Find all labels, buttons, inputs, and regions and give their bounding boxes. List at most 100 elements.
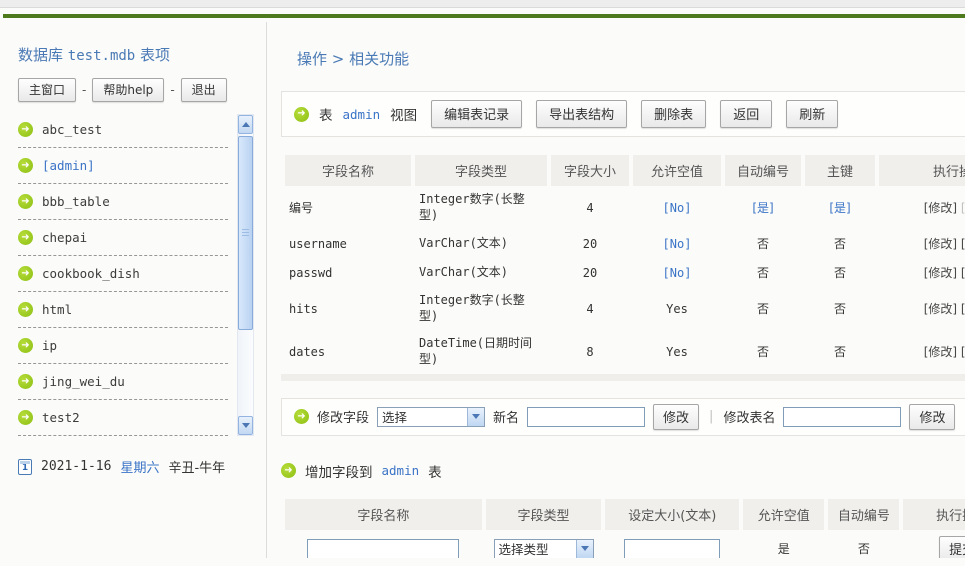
green-arrow-icon: ➜ bbox=[18, 374, 33, 389]
modify-field-link[interactable]: [修改] bbox=[924, 266, 957, 280]
back-button[interactable]: 返回 bbox=[720, 100, 772, 128]
auto-number-default: 否 bbox=[828, 530, 899, 558]
scrollbar-up-button[interactable] bbox=[238, 115, 253, 134]
date-row: 1 2021-1-16 星期六 辛丑-牛年 bbox=[18, 457, 266, 476]
green-arrow-icon: ➜ bbox=[18, 122, 33, 137]
modify-field-link[interactable]: [修改] bbox=[924, 201, 957, 215]
table-list-item-admin[interactable]: ➜ [admin] bbox=[18, 148, 228, 184]
newname-input[interactable] bbox=[527, 407, 645, 427]
drop-table-button[interactable]: 删除表 bbox=[641, 100, 706, 128]
list-scrollbar[interactable] bbox=[237, 114, 254, 436]
table-toolbar: ➜ 表 admin 视图 编辑表记录 导出表结构 删除表 返回 刷新 bbox=[281, 91, 965, 137]
add-field-table: 字段名称 字段类型 设定大小(文本) 允许空值 自动编号 执行操作 选择类型 是… bbox=[281, 499, 965, 558]
table-name-label: chepai bbox=[42, 230, 87, 245]
select-dropdown-button[interactable] bbox=[576, 540, 593, 558]
rename-table-label: 修改表名 bbox=[723, 407, 775, 426]
add-field-prefix: 增加字段到 bbox=[305, 461, 373, 481]
table-name-label: ip bbox=[42, 338, 57, 353]
table-list-item-chepai[interactable]: ➜ chepai bbox=[18, 220, 228, 256]
modify-field-button[interactable]: 修改 bbox=[653, 404, 699, 430]
add-field-table-name: admin bbox=[382, 463, 420, 478]
field-size-input-disabled bbox=[624, 539, 720, 558]
auto-number-value: 否 bbox=[725, 287, 801, 330]
exit-button[interactable]: 退出 bbox=[181, 78, 227, 102]
field-size: 20 bbox=[551, 229, 629, 258]
allow-null-value: Yes bbox=[633, 287, 721, 330]
help-button[interactable]: 帮助help bbox=[92, 78, 164, 102]
col-header-set-size: 设定大小(文本) bbox=[605, 499, 739, 530]
sidebar-title: 数据库 test.mdb 表项 bbox=[18, 44, 266, 65]
field-select[interactable]: 选择 bbox=[377, 407, 485, 427]
toolbar-suffix-label: 视图 bbox=[390, 104, 417, 124]
field-row-dates: dates DateTime(日期时间型) 8 Yes 否 否 [修改] [删除… bbox=[285, 330, 965, 373]
table-list-item-html[interactable]: ➜ html bbox=[18, 292, 228, 328]
submit-button[interactable]: 提交 bbox=[939, 536, 965, 558]
green-arrow-icon: ➜ bbox=[18, 230, 33, 245]
modify-field-link[interactable]: [修改] bbox=[924, 237, 957, 251]
green-arrow-icon: ➜ bbox=[18, 410, 33, 425]
chevron-down-icon bbox=[242, 423, 250, 428]
add-field-suffix: 表 bbox=[428, 461, 442, 481]
table-list-item-bbb_table[interactable]: ➜ bbb_table bbox=[18, 184, 228, 220]
modify-field-link[interactable]: [修改] bbox=[924, 302, 957, 316]
field-type: DateTime(日期时间型) bbox=[415, 330, 547, 373]
delete-field-link[interactable]: [删除] bbox=[961, 266, 965, 280]
main-window-button[interactable]: 主窗口 bbox=[18, 78, 76, 102]
export-structure-button[interactable]: 导出表结构 bbox=[536, 100, 627, 128]
table-list-item-abc_test[interactable]: ➜ abc_test bbox=[18, 112, 228, 148]
modify-field-link[interactable]: [修改] bbox=[924, 345, 957, 359]
fields-table: 字段名称 字段类型 字段大小 允许空值 自动编号 主键 执行操作 编号 Inte… bbox=[281, 155, 965, 374]
main-panel: 操作 > 相关功能 ➜ 表 admin 视图 编辑表记录 导出表结构 删除表 返… bbox=[267, 18, 965, 558]
newname-label: 新名 bbox=[493, 407, 519, 426]
edit-records-button[interactable]: 编辑表记录 bbox=[431, 100, 522, 128]
field-size: 20 bbox=[551, 258, 629, 287]
button-separator: - bbox=[170, 83, 174, 97]
refresh-button[interactable]: 刷新 bbox=[786, 100, 838, 128]
allow-null-value: Yes bbox=[633, 330, 721, 373]
delete-field-link[interactable]: [删除] bbox=[961, 302, 965, 316]
allow-null-link[interactable]: [No] bbox=[633, 258, 721, 287]
scrollbar-down-button[interactable] bbox=[238, 416, 253, 435]
select-dropdown-button[interactable] bbox=[467, 408, 484, 426]
green-arrow-icon: ➜ bbox=[18, 266, 33, 281]
delete-field-link[interactable]: [删除] bbox=[961, 345, 965, 359]
primary-key-link[interactable]: [是] bbox=[805, 186, 875, 229]
primary-key-value: 否 bbox=[805, 229, 875, 258]
col-header-field-name: 字段名称 bbox=[285, 155, 411, 186]
sidebar-title-prefix: 数据库 bbox=[18, 46, 63, 64]
field-row-bianhao: 编号 Integer数字(长整型) 4 [No] [是] [是] [修改] [删… bbox=[285, 186, 965, 229]
field-type: Integer数字(长整型) bbox=[415, 287, 547, 330]
fields-table-footer-bar bbox=[281, 374, 965, 381]
field-row-passwd: passwd VarChar(文本) 20 [No] 否 否 [修改] [删除] bbox=[285, 258, 965, 287]
auto-number-link[interactable]: [是] bbox=[725, 186, 801, 229]
field-type-select[interactable]: 选择类型 bbox=[494, 539, 594, 558]
col-header-allow-null: 允许空值 bbox=[633, 155, 721, 186]
col-header-field-size: 字段大小 bbox=[551, 155, 629, 186]
field-type-select-value: 选择类型 bbox=[499, 539, 571, 558]
rename-table-input[interactable] bbox=[783, 407, 901, 427]
database-name: test.mdb bbox=[68, 48, 135, 64]
field-type: VarChar(文本) bbox=[415, 258, 547, 287]
new-field-name-input[interactable] bbox=[307, 539, 459, 558]
green-arrow-icon: ➜ bbox=[18, 194, 33, 209]
allow-null-link[interactable]: [No] bbox=[633, 229, 721, 258]
scrollbar-thumb[interactable] bbox=[238, 136, 253, 330]
delete-field-link-disabled: [删除] bbox=[961, 201, 965, 215]
field-row-hits: hits Integer数字(长整型) 4 Yes 否 否 [修改] [删除] bbox=[285, 287, 965, 330]
allow-null-link[interactable]: [No] bbox=[633, 186, 721, 229]
table-list-item-test2[interactable]: ➜ test2 bbox=[18, 400, 228, 436]
col-header-field-type: 字段类型 bbox=[486, 499, 602, 530]
table-list-item-ip[interactable]: ➜ ip bbox=[18, 328, 228, 364]
button-separator: - bbox=[82, 83, 86, 97]
table-list-item-cookbook_dish[interactable]: ➜ cookbook_dish bbox=[18, 256, 228, 292]
table-list-item-jing_wei_du[interactable]: ➜ jing_wei_du bbox=[18, 364, 228, 400]
rename-table-button[interactable]: 修改 bbox=[909, 404, 955, 430]
field-name: username bbox=[285, 229, 411, 258]
auto-number-value: 否 bbox=[725, 330, 801, 373]
field-name: dates bbox=[285, 330, 411, 373]
breadcrumb-operation[interactable]: 操作 bbox=[297, 50, 327, 68]
delete-field-link[interactable]: [删除] bbox=[961, 237, 965, 251]
table-name-label: test2 bbox=[42, 410, 80, 425]
lunar-year-label: 辛丑-牛年 bbox=[168, 457, 225, 476]
primary-key-value: 否 bbox=[805, 287, 875, 330]
